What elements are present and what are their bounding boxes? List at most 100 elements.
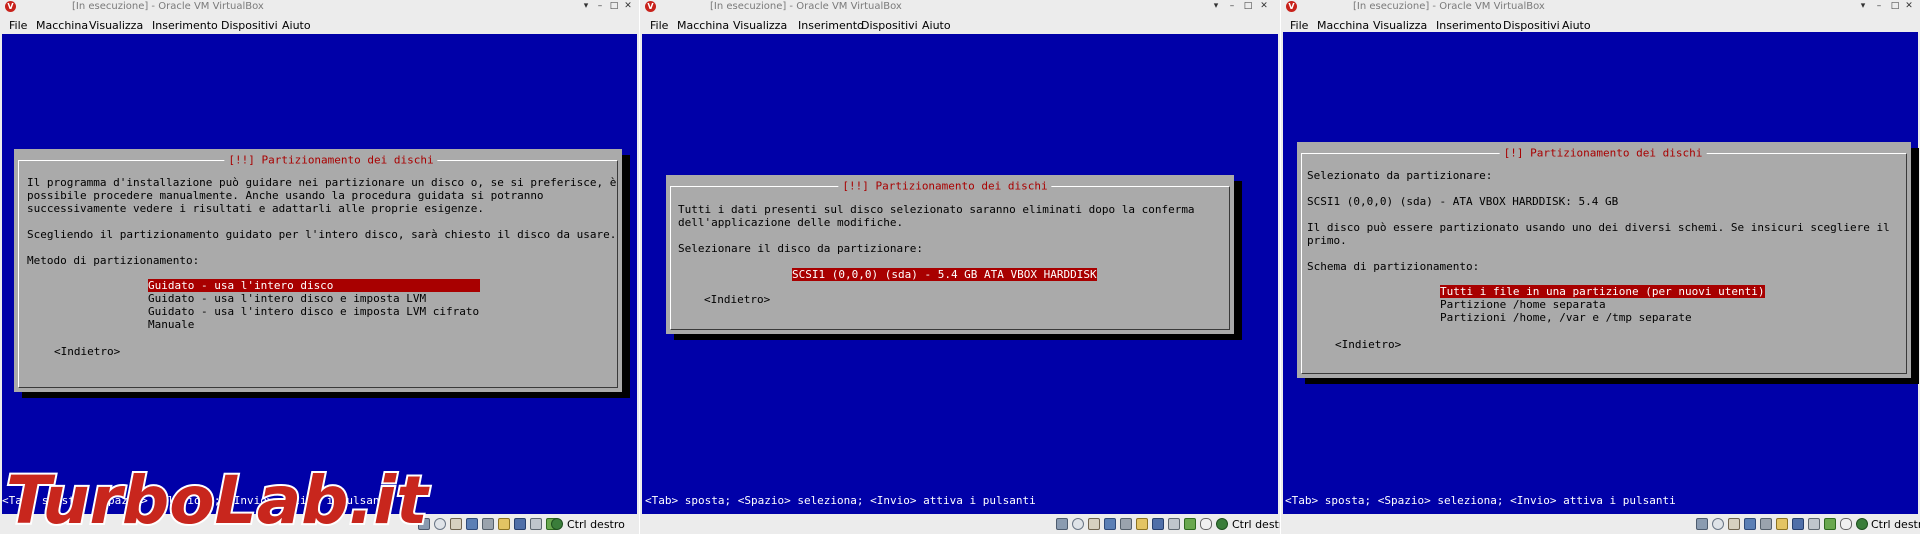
turbolab-watermark-logo: TurboLab.it [4, 460, 432, 535]
video-capture-icon[interactable] [1168, 518, 1180, 530]
option-disk-sda[interactable]: SCSI1 (0,0,0) (sda) - 5.4 GB ATA VBOX HA… [792, 268, 1097, 281]
display-icon[interactable] [514, 518, 526, 530]
menu-visualizza[interactable]: Visualizza [1373, 19, 1427, 32]
back-button[interactable]: <Indietro> [1335, 338, 1401, 351]
menu-visualizza[interactable]: Visualizza [733, 19, 787, 32]
video-capture-icon[interactable] [530, 518, 542, 530]
vm-screen[interactable]: [!!] Partizionamento dei dischi Tutti i … [642, 34, 1278, 514]
dialog-text-line: successivamente vedere i risultati e ada… [27, 202, 484, 215]
title-bar[interactable]: V [In esecuzione] - Oracle VM VirtualBox… [1281, 0, 1920, 14]
display-icon[interactable] [1792, 518, 1804, 530]
close-button[interactable]: ✕ [622, 1, 634, 12]
option-manual[interactable]: Manuale [148, 318, 194, 331]
menu-dispositivi[interactable]: Dispositivi [1503, 19, 1560, 32]
audio-icon[interactable] [1728, 518, 1740, 530]
host-key-icon[interactable] [551, 518, 563, 530]
dialog-title: [!!] Partizionamento dei dischi [838, 179, 1052, 193]
optical-drive-icon[interactable] [1712, 518, 1724, 530]
optical-drive-icon[interactable] [1072, 518, 1084, 530]
dialog-text-line: possibile procedere manualmente. Anche u… [27, 189, 544, 202]
virtualbox-app-icon: V [645, 1, 656, 12]
maximize-button[interactable]: □ [1889, 1, 1901, 12]
shade-button[interactable]: ▾ [1857, 1, 1869, 12]
hard-disk-icon[interactable] [1696, 518, 1708, 530]
title-bar[interactable]: V [In esecuzione] - Oracle VM VirtualBox… [640, 0, 1280, 14]
vm-screen[interactable]: [!] Partizionamento dei dischi Seleziona… [1283, 32, 1919, 514]
disk-selection-dialog: [!!] Partizionamento dei dischi Tutti i … [666, 175, 1234, 334]
network-icon[interactable] [1744, 518, 1756, 530]
menu-file[interactable]: File [9, 19, 27, 32]
cpu-icon[interactable] [1184, 518, 1196, 530]
hard-disk-icon[interactable] [1056, 518, 1068, 530]
shared-folder-icon[interactable] [1136, 518, 1148, 530]
vm-screen[interactable]: [!!] Partizionamento dei dischi Il progr… [2, 34, 637, 514]
menu-aiuto[interactable]: Aiuto [922, 19, 951, 32]
menu-file[interactable]: File [1290, 19, 1308, 32]
dialog-title: [!!] Partizionamento dei dischi [224, 153, 438, 167]
video-capture-icon[interactable] [1808, 518, 1820, 530]
menu-macchina[interactable]: Macchina [677, 19, 729, 32]
host-key-label: Ctrl destro [1232, 518, 1280, 531]
menu-macchina[interactable]: Macchina [36, 19, 88, 32]
menu-visualizza[interactable]: Visualizza [89, 19, 143, 32]
shade-button[interactable]: ▾ [1210, 1, 1222, 12]
cpu-icon[interactable] [1824, 518, 1836, 530]
usb-icon[interactable] [1120, 518, 1132, 530]
dialog-title: [!] Partizionamento dei dischi [1499, 146, 1707, 160]
virtualbox-window-1: V [In esecuzione] - Oracle VM VirtualBox… [0, 0, 639, 534]
host-key-icon[interactable] [1216, 518, 1228, 530]
shared-folder-icon[interactable] [1776, 518, 1788, 530]
minimize-button[interactable]: – [1873, 1, 1885, 12]
virtualbox-window-2: V [In esecuzione] - Oracle VM VirtualBox… [640, 0, 1280, 534]
dialog-text-line: Il disco può essere partizionato usando … [1307, 221, 1890, 234]
minimize-button[interactable]: – [1226, 1, 1238, 12]
menu-dispositivi[interactable]: Dispositivi [861, 19, 918, 32]
host-key-label: Ctrl destro [567, 518, 625, 531]
option-guided-whole-disk[interactable]: Guidato - usa l'intero disco [148, 279, 480, 292]
menu-aiuto[interactable]: Aiuto [1562, 19, 1591, 32]
maximize-button[interactable]: □ [608, 1, 620, 12]
host-key-icon[interactable] [1856, 518, 1868, 530]
menu-inserimento[interactable]: Inserimento [1436, 19, 1502, 32]
host-key-label: Ctrl destro [1871, 518, 1920, 531]
partition-scheme-dialog: [!] Partizionamento dei dischi Seleziona… [1297, 142, 1911, 378]
menu-bar: File Macchina Visualizza Inserimento Dis… [0, 16, 639, 34]
close-button[interactable]: ✕ [1258, 1, 1270, 12]
dialog-text-line: Selezionato da partizionare: [1307, 169, 1493, 182]
maximize-button[interactable]: □ [1242, 1, 1254, 12]
menu-inserimento[interactable]: Inserimento [798, 19, 864, 32]
dialog-text-line: primo. [1307, 234, 1347, 247]
menu-file[interactable]: File [650, 19, 668, 32]
audio-icon[interactable] [1088, 518, 1100, 530]
title-bar[interactable]: V [In esecuzione] - Oracle VM VirtualBox… [0, 0, 639, 14]
usb-icon[interactable] [1760, 518, 1772, 530]
watermark-text: TurboLab.it [6, 462, 430, 535]
option-separate-home[interactable]: Partizione /home separata [1440, 298, 1606, 311]
menu-dispositivi[interactable]: Dispositivi [221, 19, 278, 32]
menu-bar: File Macchina Visualizza Inserimento Dis… [640, 16, 1280, 34]
menu-aiuto[interactable]: Aiuto [282, 19, 311, 32]
back-button[interactable]: <Indietro> [704, 293, 770, 306]
partitioning-dialog: [!!] Partizionamento dei dischi Il progr… [14, 149, 622, 392]
dialog-text-line: Schema di partizionamento: [1307, 260, 1480, 273]
display-icon[interactable] [1152, 518, 1164, 530]
close-button[interactable]: ✕ [1903, 1, 1915, 12]
menu-inserimento[interactable]: Inserimento [152, 19, 218, 32]
option-separate-home-var-tmp[interactable]: Partizioni /home, /var e /tmp separate [1440, 311, 1692, 324]
status-bar: Ctrl destro [1281, 514, 1920, 534]
virtualbox-window-3: V [In esecuzione] - Oracle VM VirtualBox… [1281, 0, 1920, 534]
mouse-integration-icon[interactable] [1200, 518, 1212, 530]
shade-button[interactable]: ▾ [580, 1, 592, 12]
dialog-text-line: SCSI1 (0,0,0) (sda) - ATA VBOX HARDDISK:… [1307, 195, 1619, 208]
menu-macchina[interactable]: Macchina [1317, 19, 1369, 32]
minimize-button[interactable]: – [594, 1, 606, 12]
mouse-integration-icon[interactable] [1840, 518, 1852, 530]
status-bar: Ctrl destro [640, 514, 1280, 534]
dialog-text-line: Selezionare il disco da partizionare: [678, 242, 924, 255]
option-all-files-one-partition[interactable]: Tutti i file in una partizione (per nuov… [1440, 285, 1765, 298]
option-guided-lvm[interactable]: Guidato - usa l'intero disco e imposta L… [148, 292, 426, 305]
dialog-text-line: Il programma d'installazione può guidare… [27, 176, 617, 189]
back-button[interactable]: <Indietro> [54, 345, 120, 358]
option-guided-lvm-encrypted[interactable]: Guidato - usa l'intero disco e imposta L… [148, 305, 479, 318]
network-icon[interactable] [1104, 518, 1116, 530]
